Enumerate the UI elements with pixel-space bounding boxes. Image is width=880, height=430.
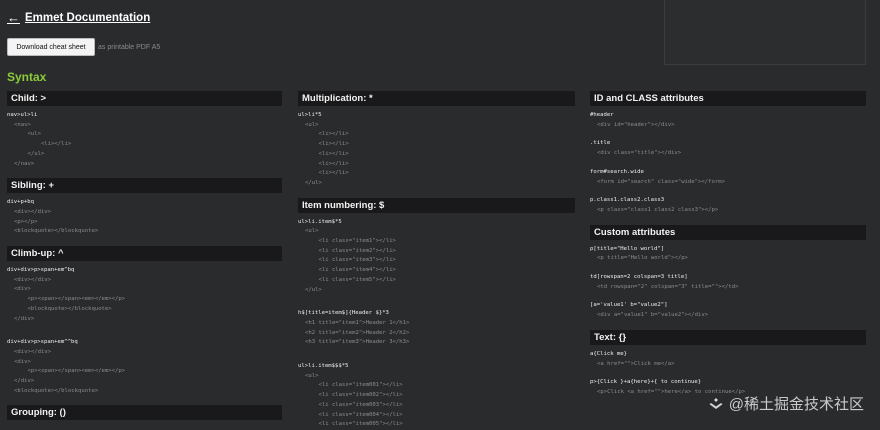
section-child: Child: > nav>ul>li <nav> <ul> <li></li> …	[7, 91, 282, 169]
section-title: Multiplication: *	[298, 91, 575, 106]
section-custom-attributes: Custom attributes p[title="Hello world"]…	[590, 224, 866, 321]
section-grouping: Grouping: ()	[7, 405, 282, 421]
example: ul>li.item$*5 <ul> <li class="item1"></l…	[298, 218, 575, 296]
section-id-class: ID and CLASS attributes #header <div id=…	[590, 91, 866, 216]
example: td[rowspan=2 colspan=3 title] <td rowspa…	[590, 273, 866, 292]
expanded-output: <div a="value1" b="value2"></div>	[597, 312, 709, 319]
example: div+div>p>span+em^^bq <div></div> <div> …	[7, 338, 282, 396]
abbreviation-code: ul>li.item$$$*5	[298, 363, 349, 370]
abbreviation-code: .title	[590, 140, 611, 147]
abbreviation-code: nav>ul>li	[7, 112, 38, 118]
abbreviation-code: div+p+bq	[7, 199, 34, 206]
section-text: Text: {} a{Click me} <a href="">Click me…	[590, 329, 866, 398]
example: p[title="Hello world"] <p title="Hello w…	[590, 245, 866, 264]
section-climb-up: Climb-up: ^ div+div>p>span+em^bq <div></…	[7, 246, 282, 396]
expanded-output: <p class="class1 class2 class3"></p>	[597, 206, 719, 213]
abbreviation-code: a{Click me}	[590, 350, 628, 357]
section-title: Custom attributes	[590, 224, 866, 240]
expanded-output: <p title="Hello world"></p>	[597, 255, 688, 262]
section-sibling: Sibling: + div+p+bq <div></div> <p></p> …	[7, 178, 282, 237]
abbreviation-code: #header	[590, 112, 614, 118]
abbreviation-code: p>{Click }+a{here}+{ to continue}	[590, 379, 702, 386]
section-title: Sibling: +	[7, 178, 282, 194]
expanded-output: <div class="title"></div>	[597, 150, 682, 157]
expanded-output: <nav> <ul> <li></li> </ul> </nav>	[14, 121, 72, 167]
expanded-output: <ul> <li class="item1"></li> <li class="…	[305, 228, 396, 293]
expanded-output: <div></div> <p></p> <blockquote></blockq…	[14, 208, 99, 235]
abbreviation-code: ul>li*5	[298, 112, 322, 118]
example: .title <div class="title"></div>	[590, 139, 866, 158]
example: [a='value1' b="value2"] <div a="value1" …	[590, 301, 866, 320]
abbreviation-code: ul>li.item$*5	[298, 218, 342, 225]
download-cheat-sheet-button[interactable]: Download cheat sheet	[7, 38, 95, 56]
syntax-heading: Syntax	[7, 70, 47, 84]
expanded-output: <div id="header"></div>	[597, 121, 675, 128]
section-title: Item numbering: $	[298, 197, 575, 213]
example: nav>ul>li <nav> <ul> <li></li> </ul> </n…	[7, 111, 282, 169]
abbreviation-code: div+div>p>span+em^^bq	[7, 339, 78, 346]
expanded-output: <ul> <li class="item001"></li> <li class…	[305, 372, 403, 428]
ad-placeholder-box	[664, 0, 866, 65]
example: #header <div id="header"></div>	[590, 111, 866, 130]
abbreviation-code: [a='value1' b="value2"]	[590, 302, 668, 309]
example: p.class1.class2.class3 <p class="class1 …	[590, 196, 866, 215]
column-1: Child: > nav>ul>li <nav> <ul> <li></li> …	[7, 91, 282, 425]
example: ul>li.item$$$*5 <ul> <li class="item001"…	[298, 362, 575, 430]
juejin-watermark: @稀土掘金技术社区	[708, 393, 864, 414]
expanded-output: <td rowspan="2" colspan="3" title=""></t…	[597, 283, 739, 290]
expanded-output: <a href="">Click me</a>	[597, 360, 675, 367]
example: a{Click me} <a href="">Click me</a>	[590, 350, 866, 369]
example: ul>li*5 <ul> <li></li> <li></li> <li></l…	[298, 111, 575, 189]
page-header: ← Emmet Documentation	[7, 10, 150, 25]
column-2: Multiplication: * ul>li*5 <ul> <li></li>…	[298, 91, 575, 430]
docs-title-link-text: Emmet Documentation	[25, 11, 151, 24]
back-to-docs-link[interactable]: ← Emmet Documentation	[7, 10, 150, 25]
watermark-text: @稀土掘金技术社区	[728, 396, 864, 413]
expanded-output: <h1 title="item1">Header 1</h1> <h2 titl…	[305, 319, 410, 346]
abbreviation-code: form#search.wide	[590, 168, 644, 175]
back-arrow-icon: ←	[7, 10, 20, 25]
example: h$[title=item$]{Header $}*3 <h1 title="i…	[298, 309, 575, 348]
section-title: Child: >	[7, 91, 282, 106]
section-title: ID and CLASS attributes	[590, 91, 866, 106]
expanded-output: <form id="search" class="wide"></form>	[597, 178, 725, 185]
example: div+p+bq <div></div> <p></p> <blockquote…	[7, 198, 282, 237]
juejin-logo-icon	[709, 397, 723, 409]
abbreviation-code: p[title="Hello world"]	[590, 245, 665, 252]
column-3: ID and CLASS attributes #header <div id=…	[590, 91, 866, 407]
section-multiplication: Multiplication: * ul>li*5 <ul> <li></li>…	[298, 91, 575, 189]
section-title: Grouping: ()	[7, 405, 282, 421]
expanded-output: <div></div> <div> <p><span></span><em></…	[14, 348, 126, 394]
example: div+div>p>span+em^bq <div></div> <div> <…	[7, 266, 282, 324]
abbreviation-code: p.class1.class2.class3	[590, 197, 665, 204]
section-title: Climb-up: ^	[7, 246, 282, 262]
abbreviation-code: td[rowspan=2 colspan=3 title]	[590, 274, 688, 281]
expanded-output: <ul> <li></li> <li></li> <li></li> <li><…	[305, 121, 349, 186]
download-row: Download cheat sheet as printable PDF A5	[7, 38, 160, 56]
section-item-numbering: Item numbering: $ ul>li.item$*5 <ul> <li…	[298, 197, 575, 430]
expanded-output: <div></div> <div> <p><span></span><em></…	[14, 276, 126, 322]
download-note: as printable PDF A5	[98, 43, 161, 51]
abbreviation-code: div+div>p>span+em^bq	[7, 267, 75, 274]
example: form#search.wide <form id="search" class…	[590, 168, 866, 187]
abbreviation-code: h$[title=item$]{Header $}*3	[298, 310, 389, 317]
section-title: Text: {}	[590, 329, 866, 345]
